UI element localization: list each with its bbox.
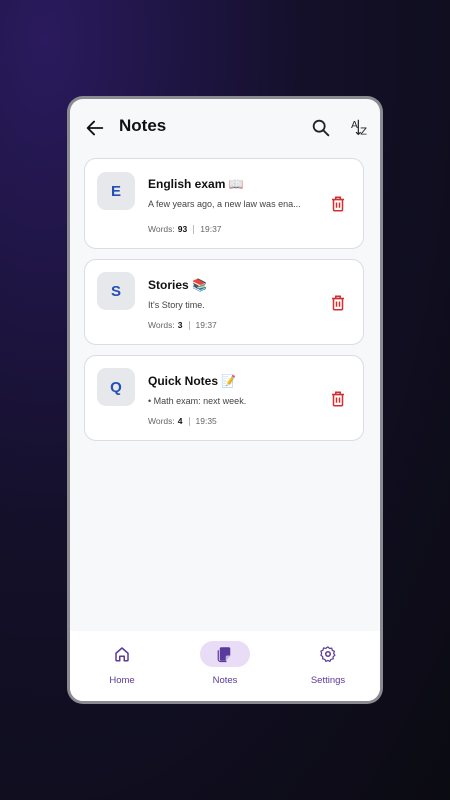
note-time: 19:35 xyxy=(195,416,217,426)
words-label: Words: xyxy=(148,416,175,426)
note-preview: It's Story time. xyxy=(148,300,205,310)
nav-notes[interactable]: Notes xyxy=(185,641,265,686)
arrow-left-icon[interactable] xyxy=(84,117,106,139)
app-screen: Notes A Z E English exam 📖 A few years a… xyxy=(70,99,380,701)
note-meta: Words: 3 19:37 xyxy=(148,320,217,330)
note-avatar: S xyxy=(97,272,135,310)
words-label: Words: xyxy=(148,224,175,234)
nav-icon-container xyxy=(97,641,147,667)
top-app-bar: Notes A Z xyxy=(70,99,380,159)
word-count: 4 xyxy=(177,416,183,426)
note-avatar: E xyxy=(97,172,135,210)
bottom-navigation: Home Notes Settings xyxy=(70,631,380,701)
note-avatar: Q xyxy=(97,368,135,406)
search-icon[interactable] xyxy=(310,117,332,139)
meta-divider xyxy=(188,320,190,330)
page-title: Notes xyxy=(119,116,167,135)
word-count: 93 xyxy=(177,224,188,234)
note-card[interactable]: Q Quick Notes 📝 • Math exam: next week. … xyxy=(84,355,364,441)
phone-frame: Notes A Z E English exam 📖 A few years a… xyxy=(67,96,383,704)
note-card[interactable]: E English exam 📖 A few years ago, a new … xyxy=(84,158,364,249)
trash-icon[interactable] xyxy=(329,389,347,409)
svg-text:Z: Z xyxy=(360,126,367,137)
note-preview: • Math exam: next week. xyxy=(148,396,247,406)
meta-divider xyxy=(188,416,190,426)
note-title: Stories 📚 xyxy=(148,278,207,292)
svg-text:A: A xyxy=(351,120,358,131)
note-time: 19:37 xyxy=(195,320,217,330)
nav-icon-container xyxy=(303,641,353,667)
note-title: Quick Notes 📝 xyxy=(148,374,237,388)
note-meta: Words: 4 19:35 xyxy=(148,416,217,426)
nav-active-indicator xyxy=(200,641,250,667)
word-count: 3 xyxy=(177,320,183,330)
trash-icon[interactable] xyxy=(329,293,347,313)
note-meta: Words: 93 19:37 xyxy=(148,224,222,234)
settings-icon xyxy=(320,646,336,663)
home-icon xyxy=(115,647,129,662)
note-preview: A few years ago, a new law was ena... xyxy=(148,199,301,209)
nav-label: Home xyxy=(109,675,135,686)
sort-az-icon[interactable]: A Z xyxy=(350,117,374,139)
words-label: Words: xyxy=(148,320,175,330)
nav-home[interactable]: Home xyxy=(82,641,162,686)
nav-label: Notes xyxy=(212,675,238,686)
meta-divider xyxy=(193,224,195,234)
nav-label: Settings xyxy=(310,675,346,686)
note-card[interactable]: S Stories 📚 It's Story time. Words: 3 19… xyxy=(84,259,364,345)
note-title: English exam 📖 xyxy=(148,177,244,191)
nav-settings[interactable]: Settings xyxy=(288,641,368,686)
note-time: 19:37 xyxy=(200,224,222,234)
notes-icon xyxy=(217,647,231,663)
trash-icon[interactable] xyxy=(329,194,347,214)
